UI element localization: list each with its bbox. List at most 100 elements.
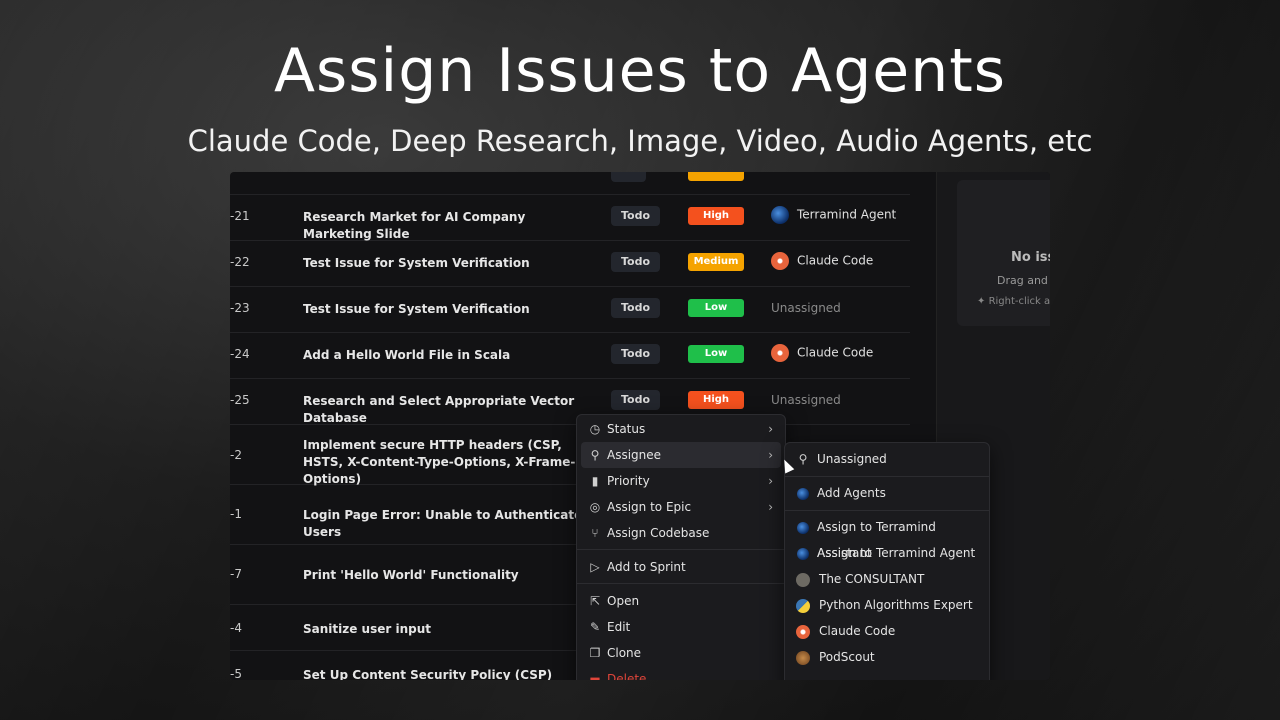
menu-label: Priority <box>607 474 650 488</box>
issue-id: -24 <box>230 347 250 361</box>
branch-icon: ⑂ <box>591 526 599 540</box>
menu-item-add-agents[interactable]: Add Agents <box>789 480 985 506</box>
status-badge[interactable]: Todo <box>611 298 661 318</box>
issue-title[interactable]: Research and Select Appropriate Vector D… <box>303 393 593 427</box>
empty-title: No issu <box>1011 250 1050 265</box>
terramind-avatar-icon <box>795 480 811 506</box>
chevron-right-icon: › <box>768 500 773 514</box>
assignee[interactable]: Claude Code <box>771 344 873 362</box>
menu-item-clone[interactable]: ❐ Clone <box>581 640 781 666</box>
status-badge[interactable] <box>611 172 647 182</box>
issue-title[interactable]: Test Issue for System Verification <box>303 255 593 272</box>
menu-label: Assignee <box>607 448 662 462</box>
menu-item-priority[interactable]: ▮ Priority › <box>581 468 781 494</box>
assignee[interactable]: Claude Code <box>771 252 873 270</box>
chevron-right-icon: › <box>768 448 773 462</box>
claude-avatar-icon <box>795 618 811 644</box>
claude-avatar-icon <box>771 344 789 362</box>
issue-title[interactable]: Login Page Error: Unable to Authenticate… <box>303 507 593 541</box>
menu-item-status[interactable]: ◷ Status › <box>581 416 781 442</box>
chevron-right-icon: › <box>768 422 773 436</box>
status-badge[interactable]: Todo <box>611 344 661 364</box>
issue-id: -2 <box>230 448 242 462</box>
target-icon: ◎ <box>589 500 601 514</box>
menu-item-assign-codebase[interactable]: ⑂ Assign Codebase <box>581 520 781 546</box>
menu-item-add-sprint[interactable]: ▷ Add to Sprint <box>581 554 781 580</box>
table-row[interactable] <box>230 172 910 195</box>
menu-label: Assign to Epic <box>607 500 692 514</box>
menu-divider <box>577 549 785 550</box>
priority-badge[interactable]: High <box>688 207 744 225</box>
user-icon: ⚲ <box>590 448 600 462</box>
status-badge[interactable]: Todo <box>611 252 661 272</box>
empty-tip-text: Right-click a <box>988 296 1050 307</box>
status-icon: ◷ <box>589 422 601 436</box>
claude-avatar-icon <box>771 252 789 270</box>
table-row[interactable]: -24 Add a Hello World File in Scala Todo… <box>230 332 910 379</box>
menu-item-agent[interactable]: Python Algorithms Expert <box>789 592 985 618</box>
issue-title[interactable]: Implement secure HTTP headers (CSP, HSTS… <box>303 437 593 488</box>
menu-label: The CONSULTANT <box>819 572 925 586</box>
issue-title[interactable]: Test Issue for System Verification <box>303 301 593 318</box>
python-avatar-icon <box>795 592 811 618</box>
table-row[interactable]: -23 Test Issue for System Verification T… <box>230 286 910 333</box>
issue-id: -4 <box>230 621 242 635</box>
table-row[interactable]: -25 Research and Select Appropriate Vect… <box>230 378 910 425</box>
empty-hint: Drag and d <box>997 274 1050 287</box>
menu-label: Add Agents <box>817 486 886 500</box>
terramind-avatar-icon <box>795 540 811 566</box>
issue-title[interactable]: Set Up Content Security Policy (CSP) <box>303 667 593 680</box>
menu-item-agent[interactable]: PodScout <box>789 644 985 670</box>
menu-label: Status <box>607 422 646 436</box>
menu-item-delete[interactable]: ▬ Delete <box>581 666 781 680</box>
priority-badge[interactable]: Low <box>688 299 744 317</box>
table-row[interactable]: -21 Research Market for AI Company Marke… <box>230 194 910 241</box>
assignee[interactable]: Unassigned <box>771 393 841 407</box>
menu-item-edit[interactable]: ✎ Edit <box>581 614 781 640</box>
priority-badge[interactable]: Low <box>688 345 744 363</box>
menu-label: Unassigned <box>817 452 887 466</box>
issue-title[interactable]: Print 'Hello World' Functionality <box>303 567 593 584</box>
menu-item-unassigned[interactable]: ⚲ Unassigned <box>789 446 985 472</box>
status-badge[interactable]: Todo <box>611 390 661 410</box>
assignee[interactable]: Unassigned <box>771 301 841 315</box>
menu-label: Delete <box>607 672 647 680</box>
menu-item-agent[interactable]: Assign to Terramind Agent <box>789 540 985 566</box>
menu-item-assignee[interactable]: ⚲ Assignee › <box>581 442 781 468</box>
menu-item-open[interactable]: ⇱ Open <box>581 588 781 614</box>
assignee-name: Claude Code <box>797 253 874 268</box>
issue-id: -1 <box>230 507 242 521</box>
issue-title[interactable]: Research Market for AI Company Marketing… <box>303 209 593 243</box>
priority-badge[interactable] <box>688 172 744 181</box>
menu-item-agent[interactable]: Assign to Terramind Assistant <box>789 514 985 560</box>
priority-badge[interactable]: Medium <box>688 253 744 271</box>
priority-badge[interactable]: High <box>688 391 744 409</box>
subheadline: Claude Code, Deep Research, Image, Video… <box>187 124 1093 158</box>
table-row[interactable]: -22 Test Issue for System Verification T… <box>230 240 910 287</box>
issue-title[interactable]: Add a Hello World File in Scala <box>303 347 593 364</box>
menu-item-agent[interactable]: Claude Code <box>789 618 985 644</box>
copy-icon: ❐ <box>589 646 601 660</box>
menu-label: Assign to Terramind Agent <box>817 546 976 560</box>
menu-label: Open <box>607 594 640 608</box>
terramind-avatar-icon <box>795 514 811 540</box>
assignee-submenu: ⚲ Unassigned Add Agents Assign to Terrami… <box>784 442 990 680</box>
headline: Assign Issues to Agents <box>273 36 1007 106</box>
empty-tip: ✦ Right-click a <box>977 296 1050 307</box>
context-menu: ◷ Status › ⚲ Assignee › ▮ Priority › ◎ Assign t… <box>576 414 786 680</box>
status-badge[interactable]: Todo <box>611 206 661 226</box>
trash-icon: ▬ <box>589 672 601 680</box>
issue-title[interactable]: Sanitize user input <box>303 621 593 638</box>
assignee[interactable]: Terramind Agent <box>771 206 896 224</box>
assignee-name: Claude Code <box>797 345 874 360</box>
menu-item-agent[interactable]: The CONSULTANT <box>789 566 985 592</box>
app-screenshot: -21 Research Market for AI Company Marke… <box>230 172 1050 680</box>
issue-id: -23 <box>230 301 250 315</box>
menu-label: Add to Sprint <box>607 560 686 574</box>
priority-bars-icon: ▮ <box>591 474 599 488</box>
issue-id: -7 <box>230 567 242 581</box>
menu-item-assign-epic[interactable]: ◎ Assign to Epic › <box>581 494 781 520</box>
menu-label: Clone <box>607 646 642 660</box>
menu-label: PodScout <box>819 650 875 664</box>
menu-label: Assign Codebase <box>607 526 710 540</box>
